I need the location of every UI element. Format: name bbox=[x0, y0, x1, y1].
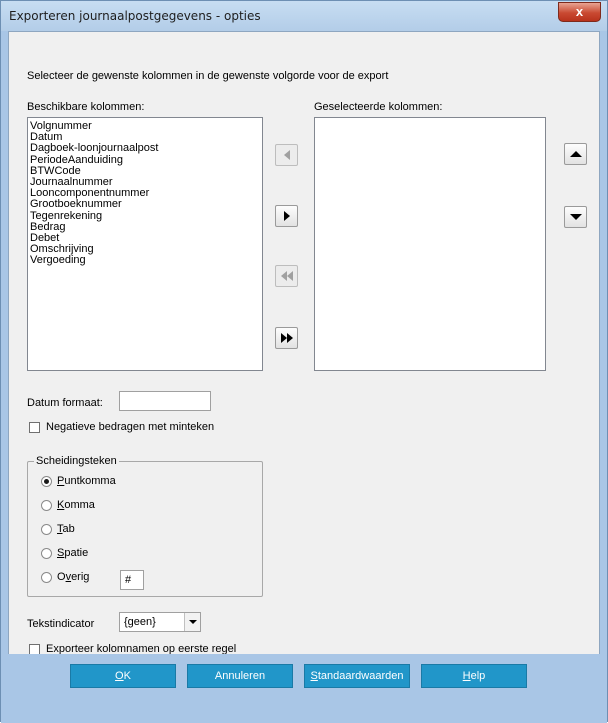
arrow-up-icon bbox=[569, 151, 582, 157]
separator-radio[interactable] bbox=[41, 500, 52, 511]
available-columns-label: Beschikbare kolommen: bbox=[27, 101, 145, 113]
text-indicator-value: {geen} bbox=[124, 616, 156, 628]
date-format-input[interactable] bbox=[119, 391, 211, 411]
other-separator-input[interactable]: # bbox=[120, 570, 144, 590]
text-indicator-label: Tekstindicator bbox=[27, 618, 95, 630]
instruction-text: Selecteer de gewenste kolommen in de gew… bbox=[27, 70, 389, 82]
move-up-button[interactable] bbox=[564, 143, 587, 165]
selected-columns-list[interactable] bbox=[314, 117, 546, 371]
move-all-left-button[interactable] bbox=[275, 265, 298, 287]
dialog-window: Exporteren journaalpostgegevens - opties… bbox=[0, 0, 608, 723]
separator-groupbox: Scheidingsteken Puntkomma Komma Tab Spatie O… bbox=[27, 455, 263, 597]
list-item[interactable]: Bedrag bbox=[28, 221, 262, 233]
selected-columns-label: Geselecteerde kolommen: bbox=[314, 101, 443, 113]
dialog-body: Selecteer de gewenste kolommen in de gew… bbox=[8, 31, 600, 685]
move-all-right-button[interactable] bbox=[275, 327, 298, 349]
other-separator-value: # bbox=[125, 574, 132, 586]
ok-button[interactable]: OK bbox=[70, 664, 176, 688]
close-button[interactable]: x bbox=[558, 2, 601, 22]
separator-radio[interactable] bbox=[41, 524, 52, 535]
arrow-left-icon bbox=[283, 150, 290, 160]
title-bar: Exporteren journaalpostgegevens - opties… bbox=[1, 1, 607, 31]
double-arrow-right-icon bbox=[280, 333, 293, 343]
cancel-button[interactable]: Annuleren bbox=[187, 664, 293, 688]
chevron-down-icon[interactable] bbox=[184, 613, 200, 631]
separator-option-label: Komma bbox=[57, 499, 95, 511]
separator-option-label: Puntkomma bbox=[57, 475, 116, 487]
defaults-button[interactable]: Standaardwaarden bbox=[304, 664, 410, 688]
available-columns-list[interactable]: Volgnummer Datum Dagboek-loonjournaalpost P… bbox=[27, 117, 263, 371]
list-item[interactable]: Grootboeknummer bbox=[28, 199, 262, 210]
button-bar: OK Annuleren Standaardwaarden Help bbox=[1, 654, 607, 723]
list-item[interactable]: Vergoeding bbox=[28, 255, 262, 266]
move-down-button[interactable] bbox=[564, 206, 587, 228]
separator-option-label: Overig bbox=[57, 571, 90, 583]
separator-radio[interactable] bbox=[41, 476, 52, 487]
negative-minus-label: Negatieve bedragen met minteken bbox=[46, 421, 215, 433]
move-right-button[interactable] bbox=[275, 205, 298, 227]
arrow-down-icon bbox=[569, 214, 582, 220]
dialog-title: Exporteren journaalpostgegevens - opties bbox=[9, 9, 261, 23]
separator-option-label: Spatie bbox=[57, 547, 89, 559]
text-indicator-select[interactable]: {geen} bbox=[119, 612, 201, 632]
arrow-right-icon bbox=[283, 211, 290, 221]
separator-radio[interactable] bbox=[41, 572, 52, 583]
date-format-label: Datum formaat: bbox=[27, 397, 103, 409]
separator-radio[interactable] bbox=[41, 548, 52, 559]
list-item[interactable]: Volgnummer bbox=[28, 120, 262, 132]
move-left-button[interactable] bbox=[275, 144, 298, 166]
list-item[interactable]: Dagboek-loonjournaalpost bbox=[28, 143, 262, 154]
help-button[interactable]: Help bbox=[421, 664, 527, 688]
negative-minus-checkbox[interactable] bbox=[29, 422, 40, 433]
separator-title: Scheidingsteken bbox=[34, 455, 119, 467]
separator-option-label: Tab bbox=[57, 523, 75, 535]
double-arrow-left-icon bbox=[280, 271, 293, 281]
date-format-value bbox=[120, 395, 123, 407]
list-item[interactable]: Tegenrekening bbox=[28, 210, 262, 222]
